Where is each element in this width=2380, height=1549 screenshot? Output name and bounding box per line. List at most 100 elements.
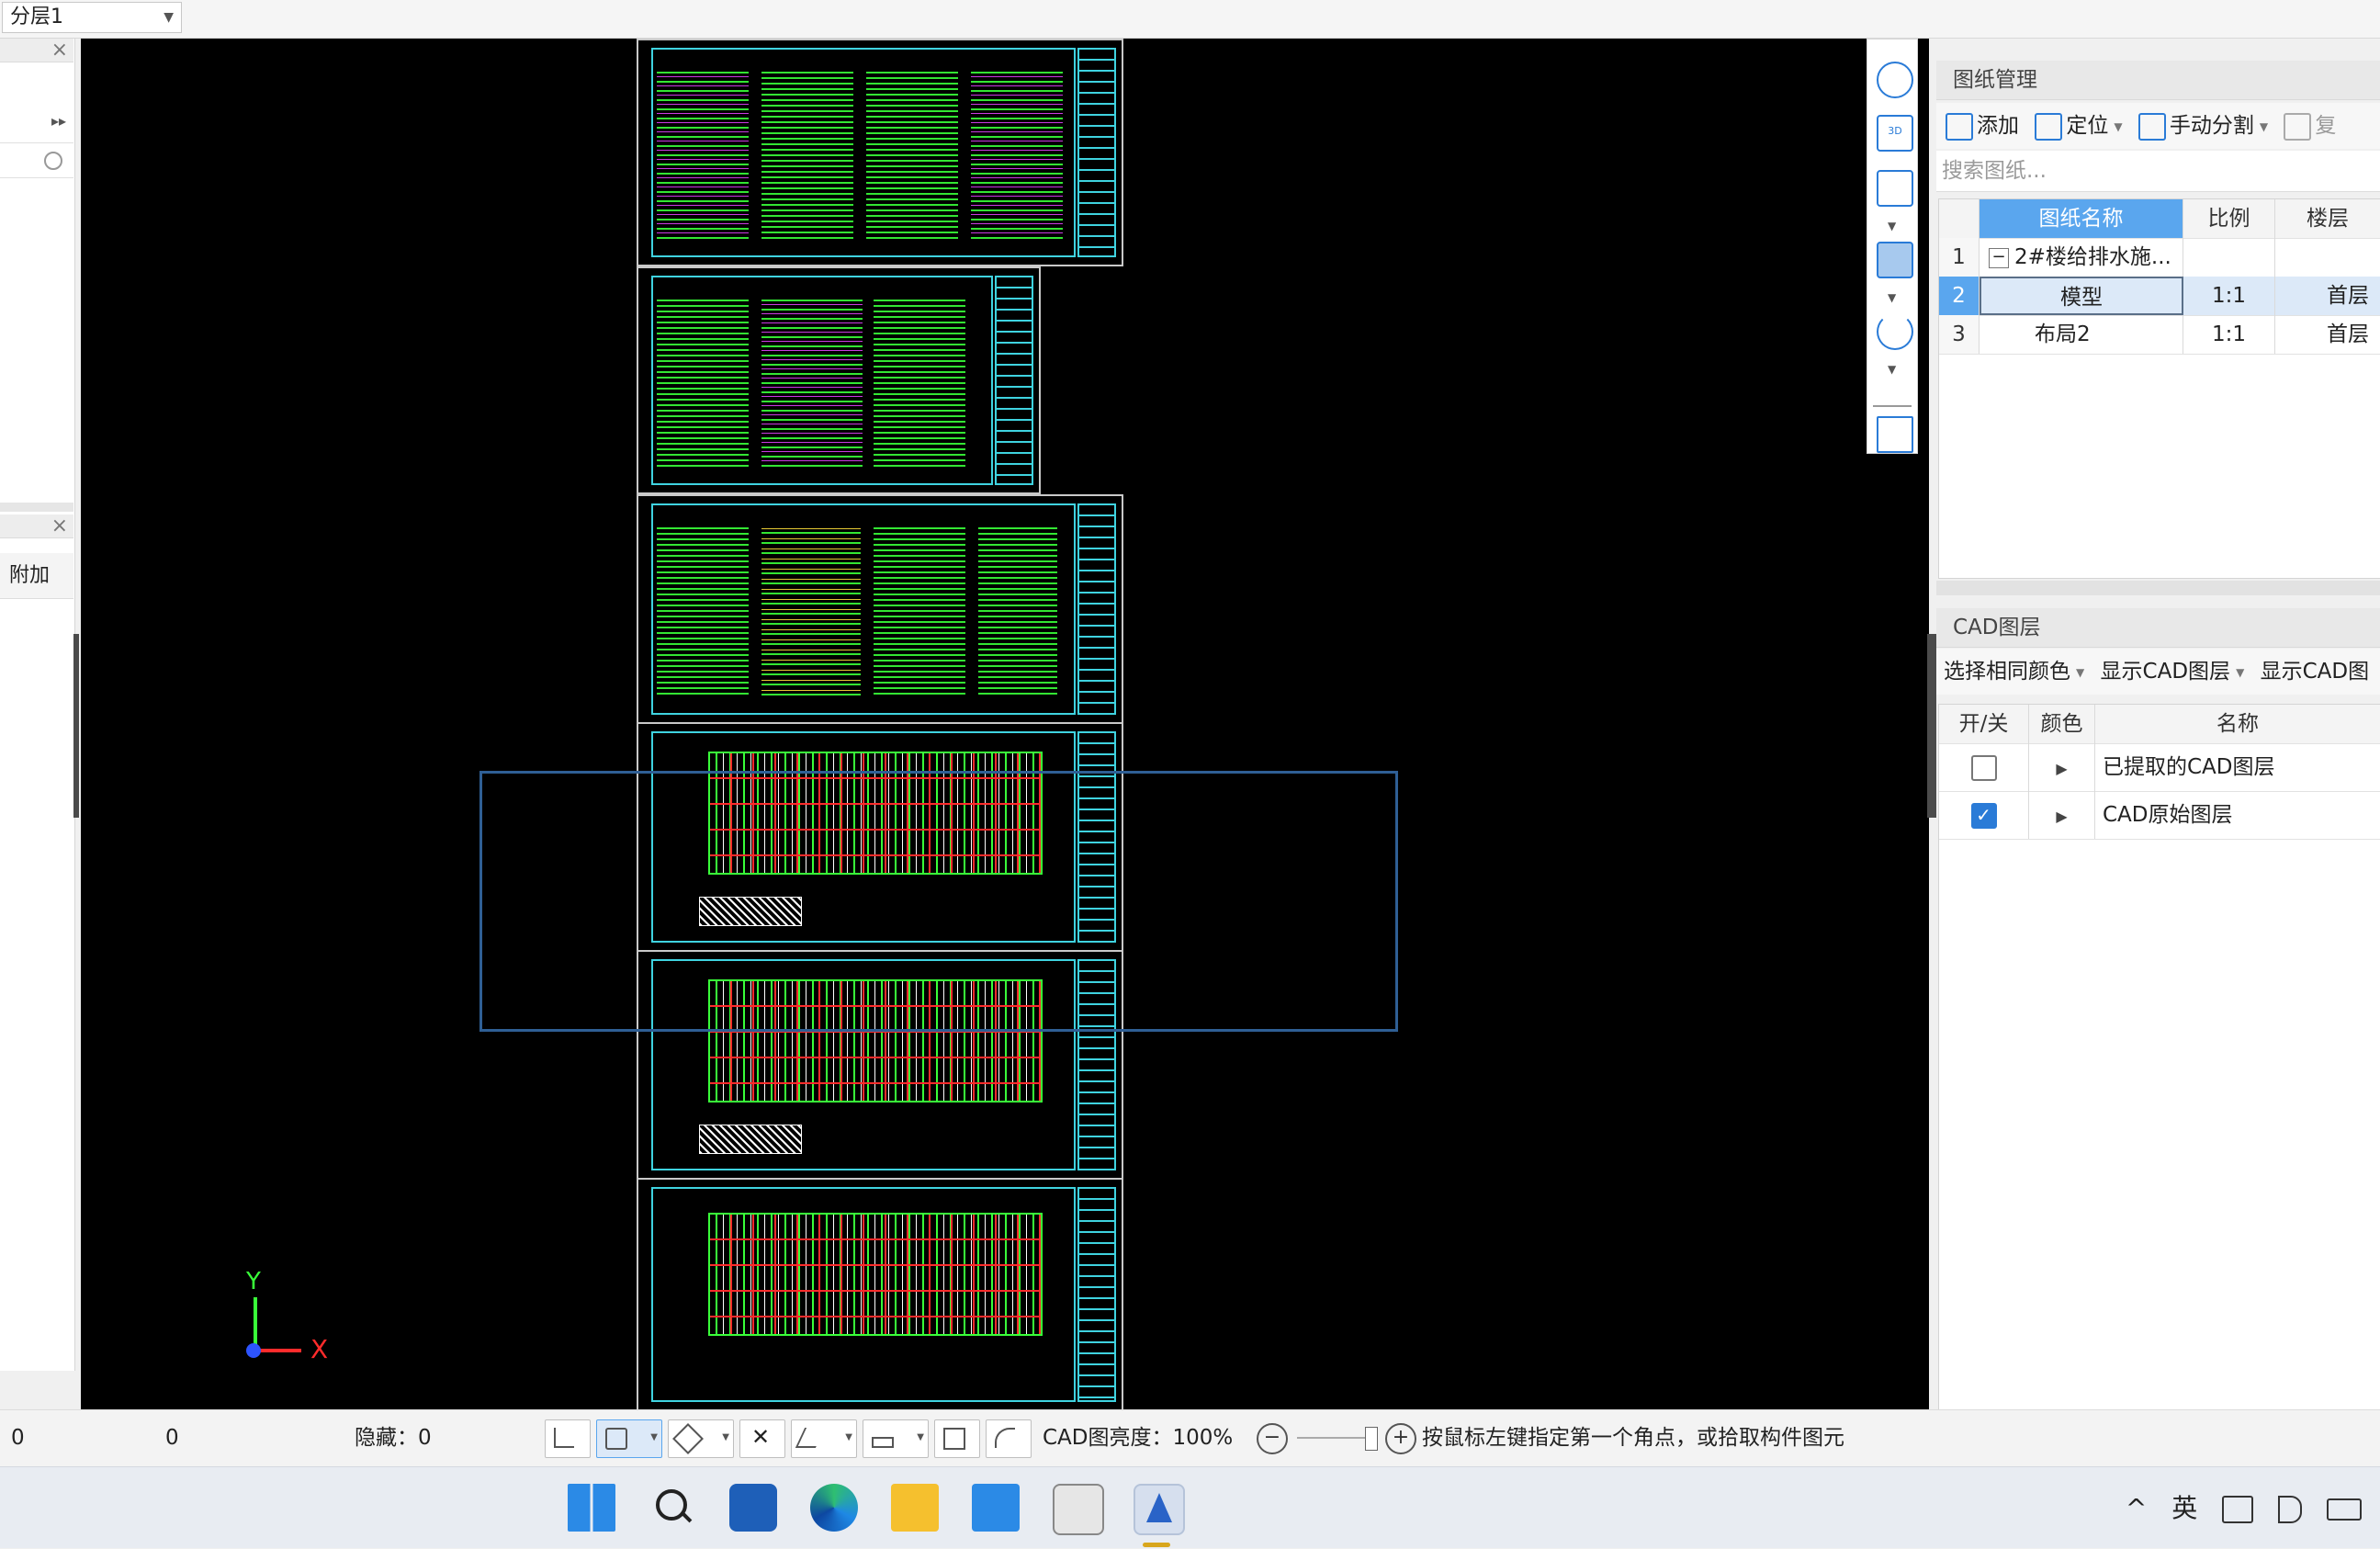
chevron-down-icon[interactable]: ▼ bbox=[1888, 220, 1896, 232]
collapse-icon[interactable]: − bbox=[1989, 247, 2009, 268]
battery-icon[interactable] bbox=[2327, 1498, 2362, 1521]
curve-icon bbox=[995, 1428, 1015, 1448]
zoom-out-icon[interactable]: − bbox=[1257, 1423, 1288, 1454]
drawing-panel-toolbar: 添加 定位 ▼ 手动分割 ▼ 复 bbox=[1936, 103, 2380, 149]
chevron-down-icon: ▼ bbox=[2236, 665, 2245, 679]
floor-plan bbox=[708, 1213, 1043, 1336]
orbit-icon[interactable] bbox=[1877, 62, 1913, 98]
layer-list-icon[interactable] bbox=[1877, 416, 1913, 453]
chevron-down-icon: ▼ bbox=[845, 1432, 852, 1442]
table-header-row: 图纸名称 比例 楼层 bbox=[1939, 199, 2380, 239]
layer-toggle-checkbox[interactable] bbox=[1970, 754, 1997, 781]
copy-button[interactable]: 复 bbox=[2284, 103, 2336, 149]
cad-canvas[interactable]: Y X bbox=[81, 39, 1929, 1409]
right-panel: 图纸管理 添加 定位 ▼ 手动分割 ▼ 复 搜索图纸... 图纸名称 比例 楼层 1… bbox=[1936, 39, 2380, 1411]
brightness-slider-thumb[interactable] bbox=[1365, 1427, 1378, 1451]
split-icon bbox=[2137, 112, 2166, 141]
table-row[interactable]: 2 模型 1:1 首层 bbox=[1939, 277, 2380, 316]
expand-arrow-icon[interactable]: ▶ bbox=[2056, 760, 2067, 777]
dimension-toggle[interactable]: ▼ bbox=[863, 1419, 929, 1458]
selection-rectangle bbox=[479, 771, 1398, 1032]
ime-indicator[interactable]: 英 bbox=[2171, 1493, 2197, 1523]
ortho-toggle[interactable] bbox=[545, 1419, 591, 1458]
chevron-down-icon[interactable]: ▼ bbox=[1888, 291, 1896, 304]
left-search-input[interactable] bbox=[0, 147, 73, 178]
drawing-search-input[interactable]: 搜索图纸... bbox=[1936, 151, 2380, 192]
view-toolbar: 3D ▼ ▼ ▼ bbox=[1867, 39, 1918, 454]
locate-button[interactable]: 定位 ▼ bbox=[2035, 103, 2123, 149]
addon-tab[interactable]: 附加 bbox=[0, 553, 73, 599]
box-view-icon[interactable] bbox=[1877, 170, 1913, 207]
drawing-sheet bbox=[637, 494, 1123, 724]
status-hint: 按鼠标左键指定第一个角点，或拾取构件图元 bbox=[1422, 1426, 1844, 1450]
expand-button[interactable]: ▸▸ bbox=[0, 103, 73, 143]
monitor-icon bbox=[943, 1428, 965, 1450]
sheet-frame bbox=[651, 48, 1076, 257]
left-splitter-handle[interactable] bbox=[73, 634, 79, 818]
drawing-sheet bbox=[637, 39, 1123, 266]
display-toggle[interactable] bbox=[934, 1419, 980, 1458]
right-splitter-handle[interactable] bbox=[1927, 634, 1936, 818]
ortho-icon bbox=[554, 1428, 574, 1448]
axis-x-label: X bbox=[310, 1334, 329, 1364]
search-icon[interactable] bbox=[649, 1484, 696, 1532]
sheet-text-block bbox=[866, 68, 958, 241]
close-icon[interactable]: × bbox=[51, 39, 68, 62]
system-tray: ^ 英 bbox=[2126, 1467, 2362, 1549]
mail-icon[interactable] bbox=[972, 1484, 1020, 1532]
widgets-icon[interactable] bbox=[729, 1484, 777, 1532]
table-row[interactable]: 3 布局2 1:1 首层 bbox=[1939, 315, 2380, 355]
3d-view-icon[interactable]: 3D bbox=[1877, 115, 1913, 152]
sheet-frame bbox=[651, 1187, 1076, 1402]
close-icon[interactable]: × bbox=[51, 514, 68, 538]
select-same-color-button[interactable]: 选择相同颜色 ▼ bbox=[1944, 649, 2084, 695]
table-row[interactable]: ▶ 已提取的CAD图层 bbox=[1939, 743, 2380, 792]
left-panel-header-2: × bbox=[0, 514, 73, 538]
rotate-icon[interactable] bbox=[1877, 313, 1913, 350]
sheet-text-block bbox=[978, 524, 1057, 698]
cad-app-icon[interactable] bbox=[1134, 1484, 1185, 1535]
add-icon bbox=[1946, 112, 1973, 141]
chevron-down-icon[interactable]: ▼ bbox=[1888, 363, 1896, 376]
windows-start-icon[interactable] bbox=[568, 1484, 615, 1532]
show-cad-button[interactable]: 显示CAD图 bbox=[2261, 649, 2370, 695]
color-cell: ▶ bbox=[2029, 791, 2095, 839]
snap-toggle[interactable]: ▼ bbox=[596, 1419, 662, 1458]
column-header[interactable]: 图纸名称 bbox=[1980, 199, 2183, 238]
chevron-down-icon: ▼ bbox=[2076, 665, 2085, 679]
expand-arrow-icon[interactable]: ▶ bbox=[2056, 808, 2067, 825]
dimension-icon bbox=[872, 1437, 894, 1448]
column-header[interactable]: 颜色 bbox=[2029, 705, 2095, 743]
network-icon[interactable] bbox=[2222, 1496, 2254, 1523]
column-header[interactable]: 开/关 bbox=[1939, 705, 2029, 743]
column-header[interactable]: 名称 bbox=[2095, 705, 2380, 743]
layer-name-cell: 已提取的CAD图层 bbox=[2095, 743, 2380, 791]
volume-icon[interactable] bbox=[2278, 1496, 2303, 1523]
chevron-up-icon[interactable]: ^ bbox=[2126, 1493, 2147, 1523]
sheet-text-block bbox=[874, 296, 965, 469]
angle-toggle[interactable]: ▼ bbox=[791, 1419, 857, 1458]
left-panel-header: × bbox=[0, 39, 73, 62]
cube-view-icon[interactable] bbox=[1877, 242, 1913, 278]
angle-icon bbox=[795, 1428, 826, 1448]
store-icon[interactable] bbox=[1053, 1484, 1104, 1535]
file-explorer-icon[interactable] bbox=[891, 1484, 939, 1532]
column-header[interactable]: 比例 bbox=[2183, 199, 2275, 238]
show-cad-layer-button[interactable]: 显示CAD图层 ▼ bbox=[2101, 649, 2245, 695]
column-header[interactable]: 楼层 bbox=[2275, 199, 2380, 238]
cross-toggle[interactable]: ✕ bbox=[739, 1419, 785, 1458]
edge-browser-icon[interactable] bbox=[810, 1484, 858, 1532]
chevron-down-icon: ▼ bbox=[2259, 119, 2269, 133]
zoom-in-icon[interactable]: + bbox=[1385, 1423, 1416, 1454]
row-number: 3 bbox=[1939, 315, 1980, 354]
table-row[interactable]: 1 −2#楼给排水施... bbox=[1939, 238, 2380, 277]
add-button[interactable]: 添加 bbox=[1946, 103, 2019, 149]
locate-icon bbox=[2035, 112, 2063, 141]
table-row[interactable]: ✓ ▶ CAD原始图层 bbox=[1939, 791, 2380, 840]
layer-select[interactable]: 分层1 ▼ bbox=[2, 2, 182, 33]
manual-split-button[interactable]: 手动分割 ▼ bbox=[2137, 103, 2269, 149]
3d-snap-toggle[interactable]: ▼ bbox=[668, 1419, 734, 1458]
layer-toggle-checkbox[interactable]: ✓ bbox=[1970, 802, 1997, 829]
row-number: 2 bbox=[1939, 277, 1980, 315]
curve-toggle[interactable] bbox=[986, 1419, 1032, 1458]
